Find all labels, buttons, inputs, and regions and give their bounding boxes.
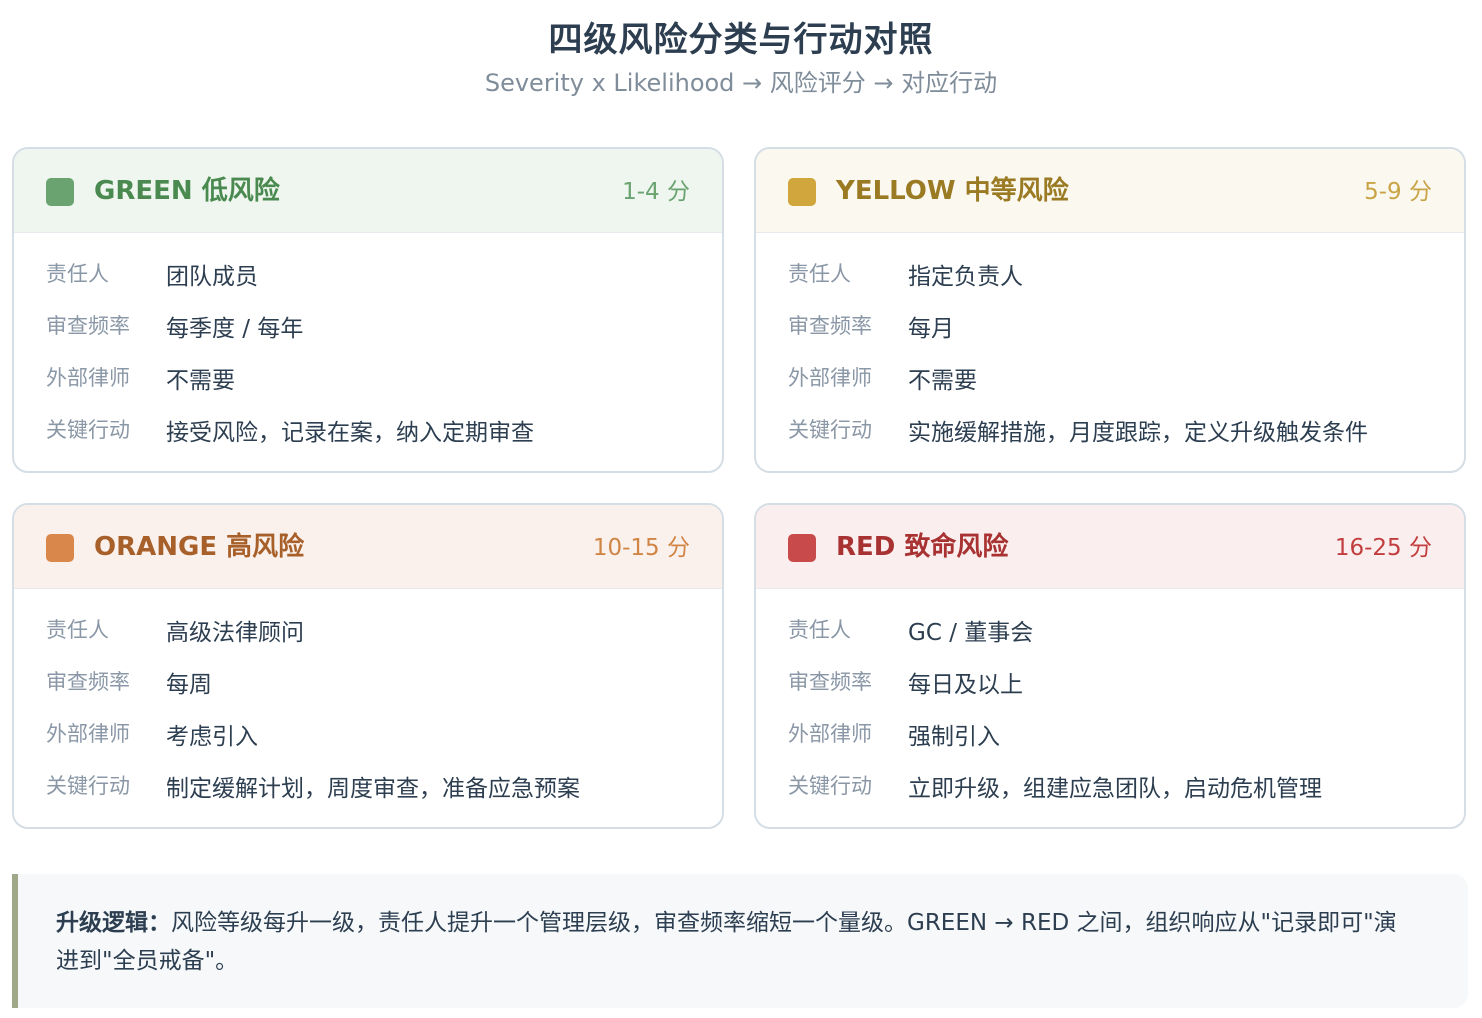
row-label: 关键行动 (788, 418, 872, 442)
row-action: 关键行动 实施缓解措施，月度跟踪，定义升级触发条件 (756, 413, 1464, 465)
row-counsel: 外部律师 考虑引入 (14, 717, 722, 769)
row-value: 每周 (166, 672, 212, 698)
escalation-note: 升级逻辑：风险等级每升一级，责任人提升一个管理层级，审查频率缩短一个量级。GRE… (12, 874, 1468, 1008)
row-value: 接受风险，记录在案，纳入定期审查 (166, 420, 534, 446)
score-range: 16-25 分 (1334, 535, 1432, 561)
row-value: GC / 董事会 (908, 620, 1034, 646)
row-value: 不需要 (166, 368, 235, 394)
page-subtitle: Severity x Likelihood → 风险评分 → 对应行动 (484, 69, 998, 97)
note-label: 升级逻辑： (56, 910, 171, 936)
score-range: 5-9 分 (1364, 179, 1432, 205)
row-label: 外部律师 (788, 722, 872, 746)
row-value: 强制引入 (908, 724, 1000, 750)
level-name: ORANGE 高风险 (94, 532, 305, 562)
card-yellow: YELLOW 中等风险 5-9 分 责任人 指定负责人 审查频率 每月 外部律师… (754, 147, 1466, 473)
row-value: 考虑引入 (166, 724, 258, 750)
row-value: 每日及以上 (908, 672, 1023, 698)
row-owner: 责任人 GC / 董事会 (756, 613, 1464, 665)
level-color-swatch (788, 178, 816, 206)
row-label: 审查频率 (788, 670, 872, 694)
row-value: 立即升级，组建应急团队，启动危机管理 (908, 776, 1322, 802)
row-owner: 责任人 团队成员 (14, 257, 722, 309)
row-label: 责任人 (46, 262, 109, 286)
score-range: 10-15 分 (592, 535, 690, 561)
row-value: 不需要 (908, 368, 977, 394)
row-counsel: 外部律师 不需要 (756, 361, 1464, 413)
row-label: 关键行动 (46, 418, 130, 442)
row-label: 责任人 (788, 262, 851, 286)
row-frequency: 审查频率 每周 (14, 665, 722, 717)
row-label: 关键行动 (46, 774, 130, 798)
row-frequency: 审查频率 每日及以上 (756, 665, 1464, 717)
row-action: 关键行动 接受风险，记录在案，纳入定期审查 (14, 413, 722, 465)
row-value: 指定负责人 (908, 264, 1023, 290)
row-owner: 责任人 高级法律顾问 (14, 613, 722, 665)
card-rows: 责任人 GC / 董事会 审查频率 每日及以上 外部律师 强制引入 关键行动 立… (756, 589, 1464, 821)
level-color-swatch (46, 534, 74, 562)
row-label: 责任人 (46, 618, 109, 642)
level-color-swatch (788, 534, 816, 562)
row-value: 制定缓解计划，周度审查，准备应急预案 (166, 776, 580, 802)
row-value: 每季度 / 每年 (166, 316, 304, 342)
row-counsel: 外部律师 不需要 (14, 361, 722, 413)
note-text: 风险等级每升一级，责任人提升一个管理层级，审查频率缩短一个量级。GREEN → … (56, 910, 1397, 974)
level-name: RED 致命风险 (836, 532, 1009, 562)
card-header: ORANGE 高风险 10-15 分 (14, 505, 722, 589)
score-range: 1-4 分 (622, 179, 690, 205)
row-value: 实施缓解措施，月度跟踪，定义升级触发条件 (908, 420, 1368, 446)
row-label: 审查频率 (788, 314, 872, 338)
level-color-swatch (46, 178, 74, 206)
level-name: GREEN 低风险 (94, 176, 280, 206)
row-action: 关键行动 制定缓解计划，周度审查，准备应急预案 (14, 769, 722, 821)
row-owner: 责任人 指定负责人 (756, 257, 1464, 309)
card-orange: ORANGE 高风险 10-15 分 责任人 高级法律顾问 审查频率 每周 外部… (12, 503, 724, 829)
row-value: 团队成员 (166, 264, 258, 290)
row-label: 责任人 (788, 618, 851, 642)
row-label: 审查频率 (46, 670, 130, 694)
card-green: GREEN 低风险 1-4 分 责任人 团队成员 审查频率 每季度 / 每年 外… (12, 147, 724, 473)
row-action: 关键行动 立即升级，组建应急团队，启动危机管理 (756, 769, 1464, 821)
card-header: RED 致命风险 16-25 分 (756, 505, 1464, 589)
row-label: 关键行动 (788, 774, 872, 798)
page-title: 四级风险分类与行动对照 (548, 20, 934, 60)
header: 四级风险分类与行动对照 Severity x Likelihood → 风险评分… (0, 18, 1482, 100)
card-rows: 责任人 高级法律顾问 审查频率 每周 外部律师 考虑引入 关键行动 制定缓解计划… (14, 589, 722, 821)
row-label: 外部律师 (46, 366, 130, 390)
card-rows: 责任人 指定负责人 审查频率 每月 外部律师 不需要 关键行动 实施缓解措施，月… (756, 233, 1464, 465)
card-header: YELLOW 中等风险 5-9 分 (756, 149, 1464, 233)
row-label: 审查频率 (46, 314, 130, 338)
page: 四级风险分类与行动对照 Severity x Likelihood → 风险评分… (0, 0, 1482, 1018)
card-red: RED 致命风险 16-25 分 责任人 GC / 董事会 审查频率 每日及以上… (754, 503, 1466, 829)
row-frequency: 审查频率 每季度 / 每年 (14, 309, 722, 361)
card-rows: 责任人 团队成员 审查频率 每季度 / 每年 外部律师 不需要 关键行动 接受风… (14, 233, 722, 465)
row-value: 每月 (908, 316, 954, 342)
row-frequency: 审查频率 每月 (756, 309, 1464, 361)
row-value: 高级法律顾问 (166, 620, 304, 646)
row-counsel: 外部律师 强制引入 (756, 717, 1464, 769)
row-label: 外部律师 (788, 366, 872, 390)
card-header: GREEN 低风险 1-4 分 (14, 149, 722, 233)
row-label: 外部律师 (46, 722, 130, 746)
level-name: YELLOW 中等风险 (836, 176, 1069, 206)
